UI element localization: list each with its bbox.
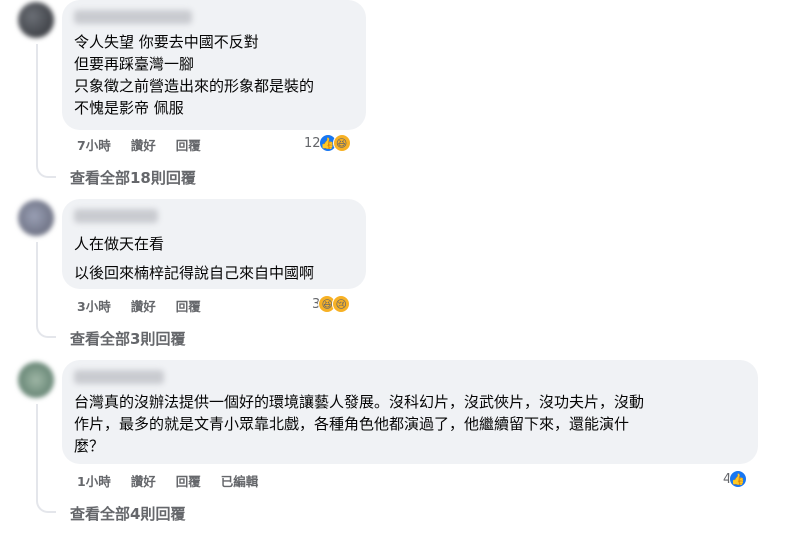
comment-timestamp[interactable]: 1小時 — [77, 471, 111, 490]
reply-button[interactable]: 回覆 — [176, 135, 201, 154]
haha-icon: 😆 — [332, 134, 351, 152]
avatar[interactable] — [18, 362, 54, 398]
reaction-summary[interactable]: 12 👍 😆 — [304, 134, 351, 152]
comment-actions: 7小時 讚好 回覆 — [77, 135, 201, 154]
thread-connector — [36, 322, 56, 338]
like-button[interactable]: 讚好 — [131, 135, 156, 154]
reaction-summary[interactable]: 3 😆 😢 — [312, 295, 351, 313]
comment-bubble: 人在做天在看 以後回來楠梓記得說自己來自中國啊 — [62, 199, 366, 289]
avatar[interactable] — [18, 2, 54, 38]
comment-text: 令人失望 你要去中國不反對 但要再踩臺灣一腳 只象徵之前營造出來的形象都是裝的 … — [74, 33, 315, 117]
reaction-summary[interactable]: 4 👍 — [723, 470, 748, 488]
thread-line — [36, 44, 38, 164]
like-button[interactable]: 讚好 — [131, 471, 156, 490]
comment-actions: 1小時 讚好 回覆 已編輯 — [77, 471, 258, 490]
comment-timestamp[interactable]: 7小時 — [77, 135, 111, 154]
commenter-name[interactable] — [74, 370, 164, 384]
comment-actions: 3小時 讚好 回覆 — [77, 296, 201, 315]
like-icon: 👍 — [729, 470, 748, 488]
edited-label: 已編輯 — [220, 474, 259, 489]
comment-timestamp[interactable]: 3小時 — [77, 296, 111, 315]
view-replies-link[interactable]: 查看全部18則回覆 — [70, 167, 196, 188]
sad-icon: 😢 — [332, 295, 351, 313]
commenter-name[interactable] — [74, 209, 158, 223]
commenter-name[interactable] — [74, 10, 192, 24]
thread-line — [36, 242, 38, 326]
avatar[interactable] — [18, 200, 54, 236]
comment-text: 人在做天在看 以後回來楠梓記得說自己來自中國啊 — [74, 235, 315, 282]
thread-connector — [36, 497, 56, 513]
thread-line — [36, 404, 38, 500]
comment-text: 台灣真的沒辦法提供一個好的環境讓藝人發展。沒科幻片，沒武俠片，沒功夫片，沒動 作… — [74, 393, 645, 455]
view-replies-link[interactable]: 查看全部4則回覆 — [70, 503, 185, 524]
view-replies-link[interactable]: 查看全部3則回覆 — [70, 328, 185, 349]
comment-bubble: 台灣真的沒辦法提供一個好的環境讓藝人發展。沒科幻片，沒武俠片，沒功夫片，沒動 作… — [62, 360, 758, 464]
thread-connector — [36, 162, 56, 178]
comment-bubble: 令人失望 你要去中國不反對 但要再踩臺灣一腳 只象徵之前營造出來的形象都是裝的 … — [62, 0, 366, 130]
like-button[interactable]: 讚好 — [131, 296, 156, 315]
reply-button[interactable]: 回覆 — [176, 296, 201, 315]
reply-button[interactable]: 回覆 — [176, 471, 201, 490]
